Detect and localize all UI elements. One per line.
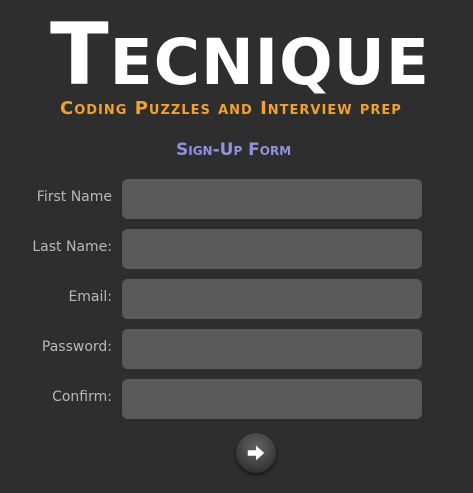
email-label: Email: [68, 289, 112, 305]
email-row: Email: [0, 279, 473, 319]
password-input[interactable] [122, 329, 422, 369]
first-name-input[interactable] [122, 179, 422, 219]
logo-rest-text: ECNIQUE [109, 26, 430, 99]
password-row: Password: [0, 329, 473, 369]
tagline: Coding Puzzles and Interview prep [60, 98, 402, 119]
confirm-password-input[interactable] [122, 379, 422, 419]
first-name-label: First Name [36, 189, 112, 205]
email-input[interactable] [122, 279, 422, 319]
first-name-row: First Name [0, 179, 473, 219]
last-name-row: Last Name: [0, 229, 473, 269]
submit-button[interactable] [236, 433, 276, 473]
confirm-label: Confirm: [52, 389, 112, 405]
right-arrow-icon [247, 445, 265, 461]
confirm-row: Confirm: [0, 379, 473, 419]
form-title: Sign-Up Form [176, 140, 292, 160]
page-header: TECNIQUE Coding Puzzles and Interview pr… [0, 0, 473, 170]
last-name-label: Last Name: [32, 239, 112, 255]
logo-first-letter: T [50, 5, 110, 105]
password-label: Password: [41, 339, 112, 355]
last-name-input[interactable] [122, 229, 422, 269]
tecnique-logo: TECNIQUE [50, 12, 430, 104]
